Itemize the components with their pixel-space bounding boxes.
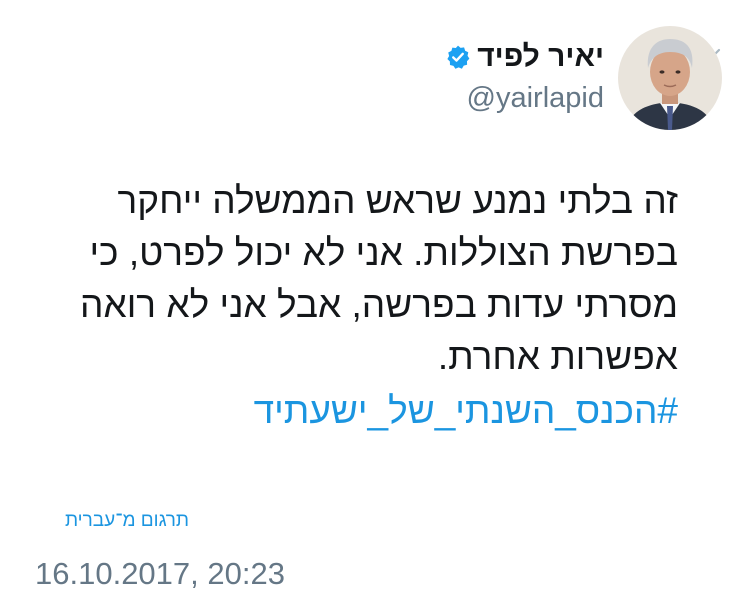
- tweet-text-line: אפשרות אחרת.: [437, 336, 678, 377]
- tweet-timestamp[interactable]: 16.10.2017, 20:23: [35, 556, 285, 592]
- avatar[interactable]: [618, 26, 722, 130]
- tweet-card: יאיר לפיד @yairlapid זה בלתי נמנע שראש ה…: [0, 0, 750, 615]
- tweet-text-line: זה בלתי נמנע שראש הממשלה ייחקר: [117, 180, 678, 221]
- author-names: יאיר לפיד @yairlapid: [445, 38, 604, 118]
- tweet-header: יאיר לפיד @yairlapid: [445, 24, 722, 132]
- verified-badge-icon: [445, 44, 471, 70]
- author-name-row: יאיר לפיד: [445, 38, 604, 76]
- tweet-text-line: מסרתי עדות בפרשה, אבל אני לא רואה: [80, 284, 678, 325]
- translate-tweet-link[interactable]: תרגום מ־עברית: [65, 510, 189, 532]
- hashtag-link[interactable]: #הכנס_השנתי_של_ישעתיד: [254, 385, 678, 437]
- author-display-name[interactable]: יאיר לפיד: [477, 38, 604, 76]
- author-handle[interactable]: @yairlapid: [467, 78, 604, 118]
- tweet-text-line: בפרשת הצוללות. אני לא יכול לפרט, כי: [89, 232, 678, 273]
- tweet-text: זה בלתי נמנע שראש הממשלה ייחקר בפרשת הצו…: [48, 175, 678, 437]
